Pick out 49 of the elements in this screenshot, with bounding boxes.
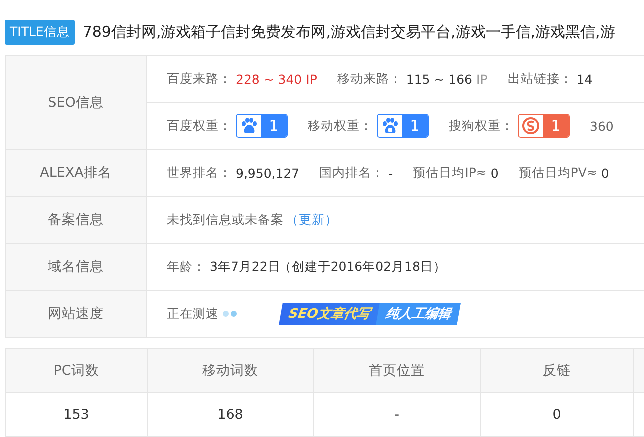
stat-value: 9,950,127 xyxy=(236,166,300,180)
column-header: 反链 xyxy=(480,348,634,392)
stat-value: 14 xyxy=(576,72,593,86)
row-label: SEO信息 xyxy=(5,56,147,149)
loading-icon xyxy=(223,311,237,317)
column-header: PC词数 xyxy=(6,348,148,392)
stat-label: 国内排名： xyxy=(320,164,385,182)
column-header: 首页位置 xyxy=(314,348,480,392)
column-header: 移动词数 xyxy=(148,348,314,392)
ad-banner[interactable]: SEO文章代写 纯人工编辑 xyxy=(279,303,462,325)
site-title: 789信封网,游戏箱子信封免费发布网,游戏信封交易平台,游戏一手信,游戏黑信,游 xyxy=(82,22,616,42)
weight-value: 1 xyxy=(402,115,428,137)
stat-label: 出站链接： xyxy=(508,70,573,88)
stat-label: 百度来路： xyxy=(167,70,232,88)
weight-value: 1 xyxy=(543,115,569,137)
stat-value: 0 xyxy=(490,166,499,180)
created-date: （创建于2016年02月18日） xyxy=(278,258,446,276)
table-cell: - xyxy=(314,392,480,436)
stat-value: 228 ~ 340 xyxy=(236,72,302,86)
table-cell: 153 xyxy=(6,392,148,436)
loading-text: 正在测速 xyxy=(167,306,219,322)
stat-value: 0 xyxy=(601,166,610,180)
unit-label: IP xyxy=(306,72,318,86)
stat-label: 移动来路： xyxy=(337,70,402,88)
row-label: 网站速度 xyxy=(5,291,147,337)
stat-label: 360 xyxy=(590,118,614,134)
stat-value: 3年7月22日 xyxy=(210,258,281,276)
row-label: ALEXA排名 xyxy=(5,150,147,196)
stat-label: 预估日均PV≈ xyxy=(518,164,598,182)
table-cell: 0 xyxy=(480,392,634,436)
title-badge: TITLE信息 xyxy=(5,20,75,44)
stat-value: - xyxy=(388,166,394,180)
row-label: 备案信息 xyxy=(5,197,147,243)
circle-logo-icon xyxy=(522,117,540,135)
paw-icon xyxy=(381,117,399,135)
update-link[interactable]: （更新） xyxy=(286,212,338,228)
paw-icon xyxy=(240,117,258,135)
stat-label: 年龄： xyxy=(167,258,206,276)
table-cell: 168 xyxy=(148,392,314,436)
stat-label: 搜狗权重： xyxy=(449,118,514,134)
unit-label: IP xyxy=(476,72,488,86)
stat-label: 移动权重： xyxy=(308,118,373,134)
stat-label: 未找到信息或未备案 xyxy=(167,212,284,228)
stat-label: 百度权重： xyxy=(167,118,232,134)
stat-value: 115 ~ 166 xyxy=(406,72,473,86)
row-label: 域名信息 xyxy=(5,244,147,290)
stat-label: 预估日均IP≈ xyxy=(413,164,487,182)
stat-label: 世界排名： xyxy=(167,164,232,182)
weight-value: 1 xyxy=(261,115,287,137)
